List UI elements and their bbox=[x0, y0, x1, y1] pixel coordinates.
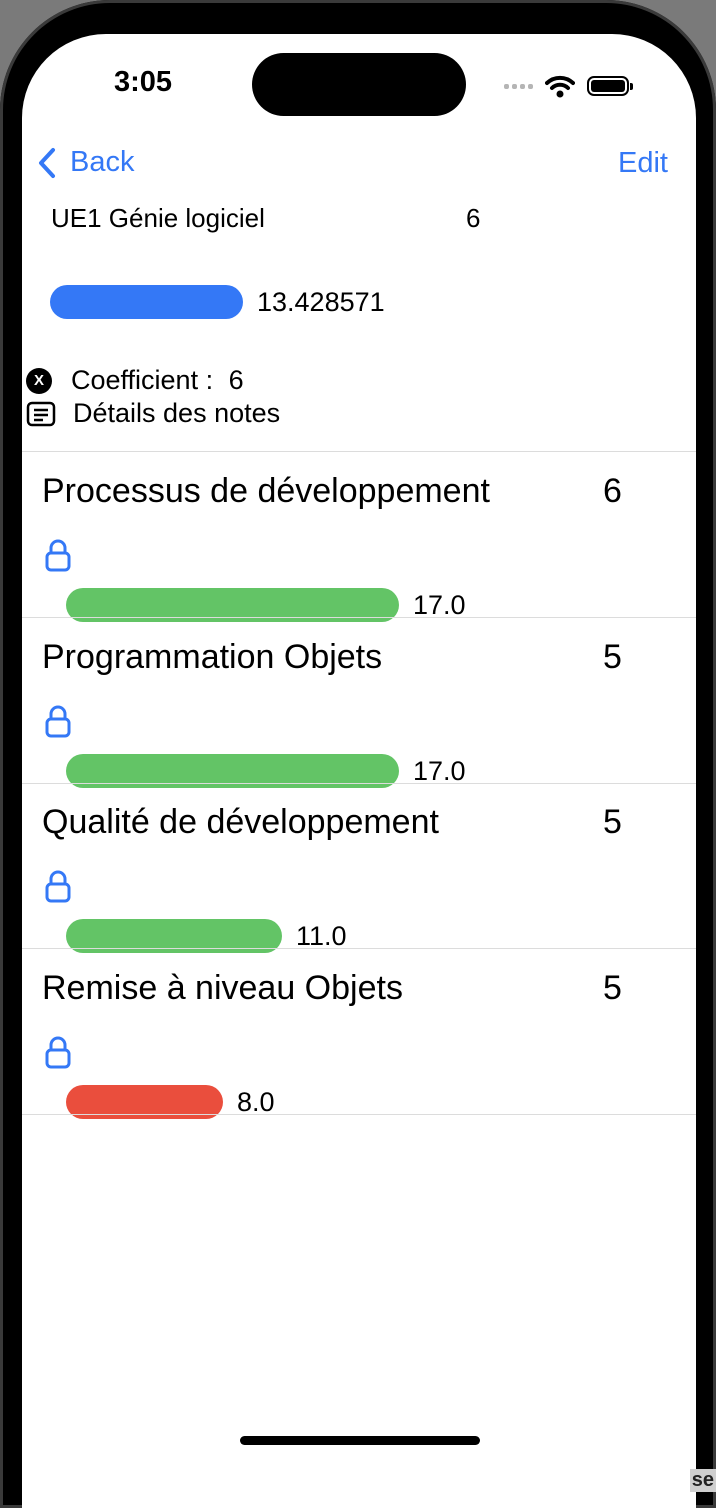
subject-row[interactable]: Remise à niveau Objets 5 8.0 bbox=[22, 949, 696, 1119]
lock-icon bbox=[45, 1036, 71, 1069]
subject-name: Programmation Objets bbox=[42, 638, 383, 676]
battery-icon bbox=[587, 76, 633, 96]
lock-icon bbox=[45, 705, 71, 738]
chevron-left-icon bbox=[39, 147, 55, 178]
status-time: 3:05 bbox=[114, 66, 173, 98]
coefficient-label: Coefficient : bbox=[71, 365, 221, 395]
subject-coefficient: 5 bbox=[603, 969, 622, 1007]
ue-title: UE1 Génie logiciel bbox=[51, 203, 265, 233]
subject-coefficient: 5 bbox=[603, 638, 622, 676]
coefficient-row: X Coefficient : 6 bbox=[26, 365, 244, 396]
coefficient-value: 6 bbox=[228, 365, 244, 395]
subject-coefficient: 6 bbox=[603, 472, 622, 510]
home-indicator[interactable] bbox=[240, 1436, 480, 1445]
corner-text: se bbox=[689, 1469, 716, 1492]
lock-icon bbox=[45, 870, 71, 903]
back-label: Back bbox=[70, 146, 135, 178]
subject-coefficient: 5 bbox=[603, 803, 622, 841]
signal-icon bbox=[504, 83, 533, 89]
x-circle-icon: X bbox=[26, 367, 52, 394]
back-button[interactable]: Back bbox=[38, 146, 134, 179]
subject-row[interactable]: Qualité de développement 5 11.0 bbox=[22, 783, 696, 953]
subject-name: Qualité de développement bbox=[42, 803, 439, 841]
ue-average-value: 13.428571 bbox=[257, 287, 385, 317]
edit-button[interactable]: Edit bbox=[618, 147, 668, 180]
status-icons bbox=[504, 70, 633, 102]
ue-coefficient: 6 bbox=[466, 203, 481, 233]
details-label: Détails des notes bbox=[73, 398, 281, 428]
dynamic-island bbox=[252, 53, 466, 116]
subject-row[interactable]: Programmation Objets 5 17.0 bbox=[22, 618, 696, 788]
subject-name: Remise à niveau Objets bbox=[42, 969, 403, 1007]
ue-average-bar bbox=[50, 285, 243, 319]
subject-row[interactable]: Processus de développement 6 17.0 bbox=[22, 452, 696, 622]
wifi-icon bbox=[545, 75, 575, 98]
details-row[interactable]: Détails des notes bbox=[26, 398, 280, 429]
divider bbox=[22, 1114, 696, 1115]
lock-icon bbox=[45, 539, 71, 572]
screen: 3:05 Back Edit UE1 Génie logiciel 6 13.4… bbox=[22, 34, 696, 1508]
subject-name: Processus de développement bbox=[42, 472, 490, 510]
notes-icon bbox=[26, 401, 56, 426]
